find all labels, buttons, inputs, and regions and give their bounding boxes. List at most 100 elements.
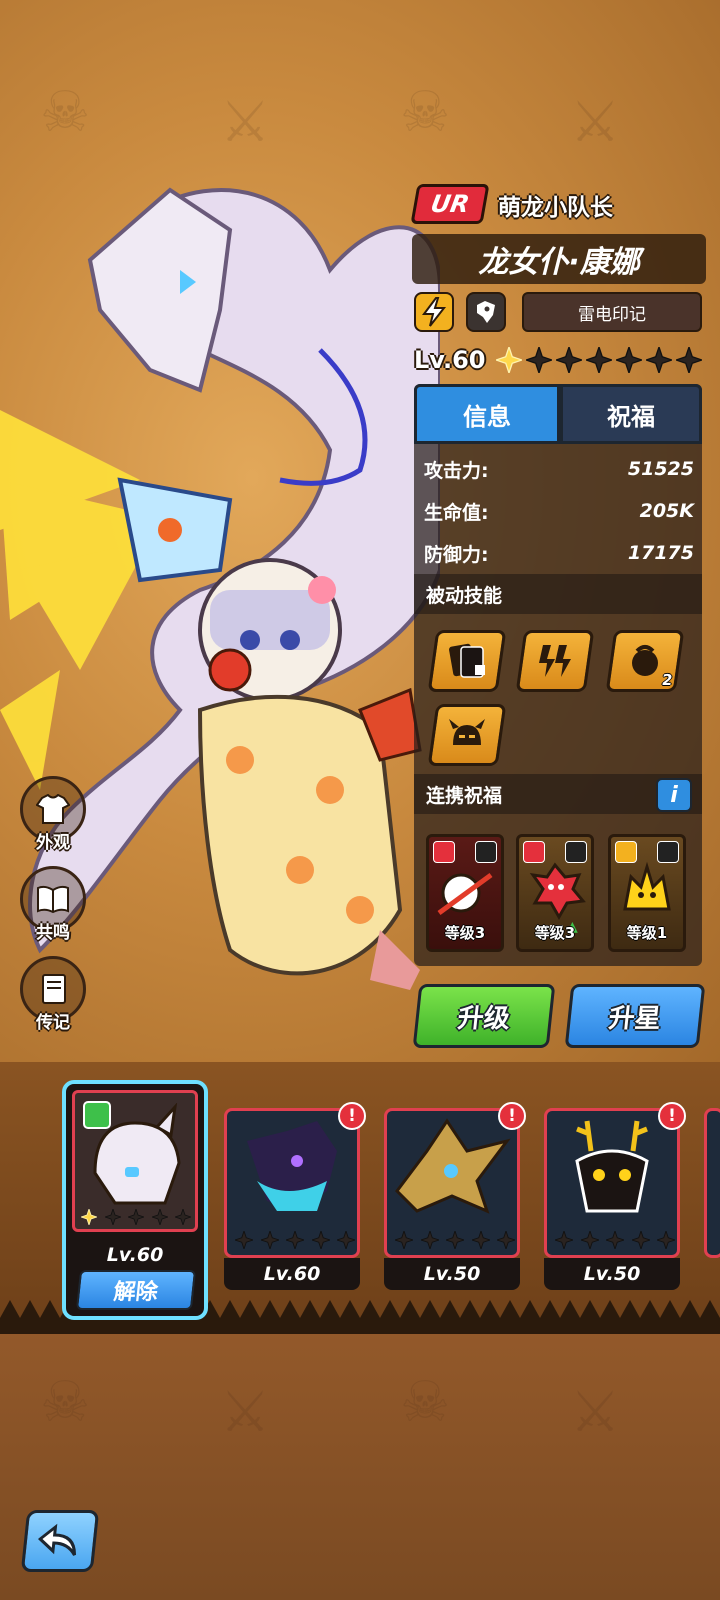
blessing-card-3[interactable]: 等级1	[608, 834, 686, 952]
antler-beast-icon	[575, 1120, 649, 1213]
dragon-faction-icon[interactable]	[466, 292, 506, 332]
upgrade-button[interactable]: 升级	[412, 984, 556, 1048]
notebook-icon	[42, 974, 66, 1004]
bg-monster-icon: ☠	[400, 1370, 451, 1435]
info-button[interactable]: i	[656, 778, 692, 812]
bg-monster-icon: ☠	[40, 80, 91, 145]
bg-sword-icon: ⚔	[570, 90, 621, 155]
star-empty-icon	[311, 1231, 330, 1249]
star-empty-icon	[151, 1209, 168, 1225]
pet-level: Lv.60	[224, 1258, 360, 1290]
star-up-button[interactable]: 升星	[564, 984, 706, 1048]
pet-level: Lv.50	[544, 1258, 680, 1290]
horned-helmet-icon	[449, 719, 485, 745]
star-empty-icon	[128, 1209, 144, 1225]
star-empty-icon	[471, 1231, 490, 1249]
element-tag-icon	[615, 841, 637, 863]
pet-portrait	[384, 1108, 520, 1258]
skill-slot-2[interactable]	[515, 630, 595, 692]
passive-skills-header: 被动技能	[414, 574, 702, 614]
stat-hp: 生命值: 205K	[424, 496, 694, 526]
star-empty-icon	[235, 1231, 253, 1249]
pet-card[interactable]: Lv.50 !	[384, 1102, 526, 1290]
hero-level: Lv.60	[414, 346, 486, 374]
pet-stars	[555, 1231, 675, 1249]
stat-label: 防御力:	[424, 543, 489, 566]
pet-portrait	[72, 1090, 198, 1232]
red-beast-icon	[529, 862, 586, 921]
hero-name: 龙女仆·康娜	[412, 234, 706, 284]
unequip-button[interactable]: 解除	[75, 1270, 197, 1310]
back-button[interactable]	[20, 1510, 100, 1572]
bg-sword-icon: ⚔	[570, 1380, 621, 1445]
blessing-level: 等级3	[444, 924, 486, 942]
shirt-icon	[36, 794, 70, 824]
shadow-dragon-icon	[247, 1121, 337, 1211]
rarity-badge: UR	[410, 184, 490, 224]
pet-level: Lv.50	[384, 1258, 520, 1290]
pet-portrait	[544, 1108, 680, 1258]
level-stars-row: Lv.60	[414, 342, 706, 378]
pet-portrait	[224, 1108, 360, 1258]
open-book-icon	[37, 885, 69, 914]
pet-card[interactable]: Lv.60 !	[224, 1102, 366, 1290]
pet-stars	[81, 1209, 191, 1225]
heart-badge-icon	[475, 841, 497, 863]
stat-value: 17175	[627, 542, 694, 564]
star-empty-icon	[497, 1231, 515, 1249]
element-tag-icon	[523, 841, 545, 863]
star-empty-icon	[286, 1231, 304, 1249]
stat-label: 生命值:	[424, 501, 489, 524]
skill-slot-3[interactable]: 2	[605, 630, 685, 692]
bg-sword-icon: ⚔	[220, 90, 271, 155]
star-rating	[495, 347, 706, 373]
skill-slot-4[interactable]	[427, 704, 507, 766]
equipped-badge-icon	[83, 1101, 111, 1129]
lightning-element-icon[interactable]	[414, 292, 454, 332]
star-empty-icon	[446, 1231, 464, 1249]
element-mark-label[interactable]: 雷电印记	[522, 292, 702, 332]
golden-bird-icon	[395, 1118, 511, 1214]
skill-slot-1[interactable]	[427, 630, 507, 692]
star-empty-icon	[631, 1231, 650, 1249]
blessing-card-1[interactable]: 等级3	[426, 834, 504, 952]
stat-attack: 攻击力: 51525	[424, 454, 694, 484]
biography-label: 传记	[36, 1013, 70, 1033]
bg-sword-icon: ⚔	[220, 1380, 271, 1445]
star-empty-icon	[175, 1209, 191, 1225]
blessing-level: 等级3	[534, 924, 576, 942]
star-empty-icon	[615, 347, 642, 373]
outfit-label: 外观	[36, 833, 70, 853]
tab-info[interactable]: 信息	[414, 384, 560, 444]
bg-monster-icon: ☠	[400, 80, 451, 145]
star-empty-icon	[395, 1231, 413, 1249]
star-empty-icon	[104, 1209, 121, 1225]
biography-button[interactable]: 传记	[20, 956, 86, 1033]
pet-card[interactable]: Lv.50 !	[544, 1102, 686, 1290]
star-empty-icon	[645, 347, 672, 373]
pet-card-partial[interactable]	[704, 1108, 720, 1268]
element-tag-icon	[433, 841, 455, 863]
stat-value: 205K	[639, 500, 694, 522]
alert-badge-icon: !	[658, 1102, 686, 1130]
blessing-card-2[interactable]: ELE ▲ 等级3	[516, 834, 594, 952]
fire-orb-icon	[632, 645, 658, 676]
star-empty-icon	[337, 1231, 355, 1249]
pet-stars	[395, 1231, 515, 1249]
star-empty-icon	[555, 347, 582, 373]
star-empty-icon	[555, 1231, 573, 1249]
tab-blessing[interactable]: 祝福	[560, 384, 702, 444]
star-filled-icon	[81, 1209, 97, 1225]
resonance-button[interactable]: 共鸣	[20, 866, 86, 943]
footer-background	[0, 1332, 720, 1600]
heart-badge-icon	[565, 841, 587, 863]
star-empty-icon	[675, 347, 702, 373]
star-empty-icon	[420, 1231, 439, 1249]
star-empty-icon	[525, 347, 552, 373]
star-empty-icon	[260, 1231, 279, 1249]
lightning-claw-icon	[539, 645, 571, 677]
meat-skewer-icon	[437, 872, 493, 916]
outfit-button[interactable]: 外观	[20, 776, 86, 853]
pet-card-selected[interactable]: Lv.60 解除	[62, 1080, 208, 1320]
back-arrow-icon	[37, 1523, 77, 1556]
